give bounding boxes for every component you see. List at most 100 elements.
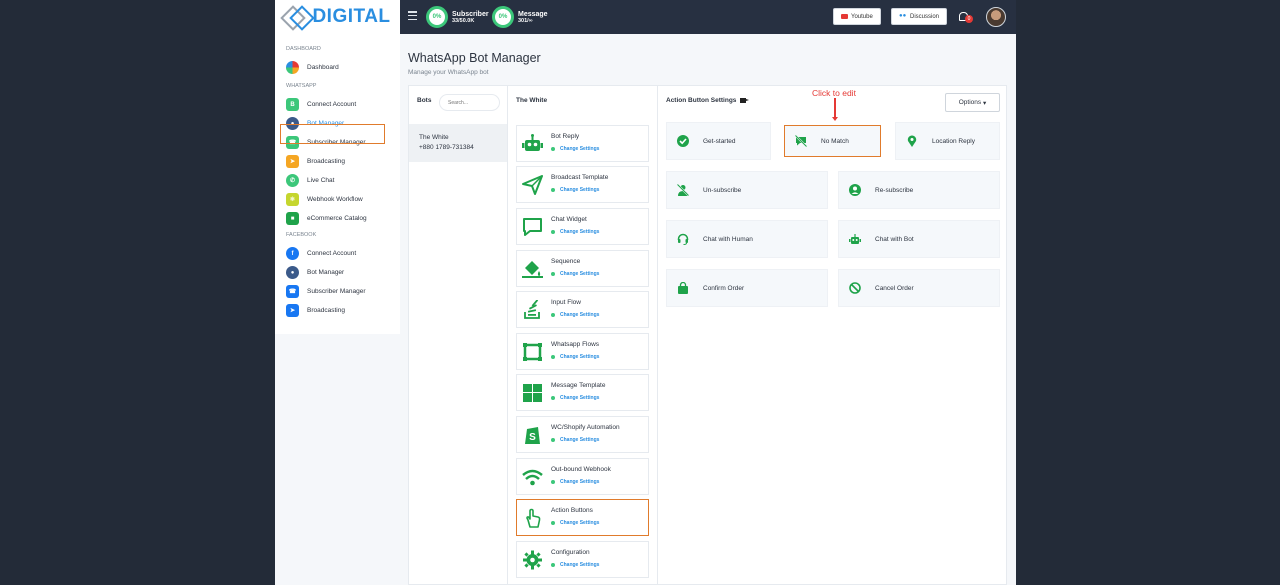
change-settings-link[interactable]: Change Settings (551, 271, 599, 277)
sidebar-item-fb-broadcasting[interactable]: ➤ Broadcasting (275, 301, 400, 320)
brand-logo[interactable]: DIGITAL (275, 0, 400, 34)
sidebar-item-fb-bot-manager[interactable]: ● Bot Manager (275, 263, 400, 282)
action-get-started[interactable]: Get-started (666, 122, 771, 160)
comment-slash-icon (795, 135, 807, 147)
change-settings-link[interactable]: Change Settings (551, 437, 599, 443)
options-dropdown-button[interactable]: Options ▾ (945, 93, 1000, 112)
shopify-icon: S (525, 427, 540, 444)
actions-header: Action Button Settings (666, 97, 750, 104)
action-chat-with-bot[interactable]: Chat with Bot (838, 220, 1000, 258)
setting-outbound-webhook[interactable]: Out-bound Webhook Change Settings (516, 458, 649, 495)
broadcast-icon: ➤ (286, 304, 299, 317)
change-settings-link[interactable]: Change Settings (551, 312, 599, 318)
paint-bucket-icon (522, 261, 543, 278)
setting-label: WC/Shopify Automation (551, 424, 620, 431)
setting-broadcast-template[interactable]: Broadcast Template Change Settings (516, 166, 649, 203)
whatsapp-business-icon: B (286, 98, 299, 111)
bots-header: Bots (417, 97, 432, 104)
shopping-bag-icon (678, 282, 688, 294)
action-label: Confirm Order (703, 284, 745, 292)
subscriber-value: 33/50.0K (452, 17, 475, 24)
video-camera-icon[interactable] (740, 97, 750, 103)
sidebar-item-wa-bot-manager[interactable]: ● Bot Manager (275, 114, 400, 133)
menu-toggle-icon[interactable] (408, 11, 417, 20)
youtube-button[interactable]: Youtube (833, 8, 881, 25)
action-chat-with-human[interactable]: Chat with Human (666, 220, 828, 258)
setting-label: Whatsapp Flows (551, 341, 600, 348)
setting-label: Bot Reply (551, 133, 580, 140)
action-cancel-order[interactable]: Cancel Order (838, 269, 1000, 307)
sidebar-item-label: Broadcasting (307, 307, 345, 314)
action-label: Chat with Human (703, 235, 753, 243)
bot-search-input[interactable] (439, 94, 500, 111)
change-settings-link[interactable]: Change Settings (551, 395, 599, 401)
click-to-edit-annotation: Click to edit (812, 88, 856, 98)
workflow-icon: ⚛ (286, 193, 299, 206)
action-label: Location Reply (932, 137, 975, 145)
user-avatar[interactable] (986, 7, 1006, 27)
sidebar-item-wa-broadcasting[interactable]: ➤ Broadcasting (275, 152, 400, 171)
setting-sequence[interactable]: Sequence Change Settings (516, 250, 649, 287)
check-circle-icon (677, 135, 689, 147)
sidebar-item-wa-webhook-workflow[interactable]: ⚛ Webhook Workflow (275, 190, 400, 209)
setting-input-flow[interactable]: Input Flow Change Settings (516, 291, 649, 328)
setting-message-template[interactable]: Message Template Change Settings (516, 374, 649, 411)
user-slash-icon (677, 184, 689, 196)
user-circle-icon (849, 184, 861, 196)
logo-text: DIGITAL (312, 6, 391, 27)
change-settings-link[interactable]: Change Settings (551, 562, 599, 568)
message-label: Message (518, 10, 548, 18)
sidebar-item-label: Connect Account (307, 250, 357, 257)
action-label: Re-subscribe (875, 186, 914, 194)
action-label: Chat with Bot (875, 235, 914, 243)
sidebar-item-fb-subscriber-manager[interactable]: ☎ Subscriber Manager (275, 282, 400, 301)
sidebar-item-label: Dashboard (307, 64, 339, 71)
sidebar-section-facebook: FACEBOOK (286, 232, 317, 238)
discussion-button[interactable]: ●● Discussion (891, 8, 948, 25)
broadcast-icon: ➤ (286, 155, 299, 168)
change-settings-link[interactable]: Change Settings (551, 187, 599, 193)
setting-whatsapp-flows[interactable]: Whatsapp Flows Change Settings (516, 333, 649, 370)
action-no-match[interactable]: No Match (784, 125, 881, 157)
shopping-bag-icon: ■ (286, 212, 299, 225)
action-unsubscribe[interactable]: Un-subscribe (666, 171, 828, 209)
setting-action-buttons[interactable]: Action Buttons Change Settings (516, 499, 649, 536)
sidebar-section-dashboard: DASHBOARD (286, 46, 321, 52)
sidebar-item-wa-live-chat[interactable]: ✆ Live Chat (275, 171, 400, 190)
youtube-icon (841, 14, 848, 19)
setting-bot-reply[interactable]: Bot Reply Change Settings (516, 125, 649, 162)
change-settings-link[interactable]: Change Settings (551, 520, 599, 526)
setting-chat-widget[interactable]: Chat Widget Change Settings (516, 208, 649, 245)
action-confirm-order[interactable]: Confirm Order (666, 269, 828, 307)
sidebar-item-label: Bot Manager (307, 120, 345, 127)
grid-icon (523, 384, 542, 402)
change-settings-link[interactable]: Change Settings (551, 479, 599, 485)
sidebar-section-whatsapp: WHATSAPP (286, 83, 317, 89)
settings-column: The White Bot Reply Change Settings Broa… (508, 86, 658, 585)
robot-icon: ● (286, 266, 299, 279)
sidebar-item-dashboard[interactable]: Dashboard (275, 58, 400, 77)
robot-icon (849, 234, 861, 244)
sidebar-item-wa-connect-account[interactable]: B Connect Account (275, 95, 400, 114)
logo-mark-icon (284, 8, 310, 26)
sidebar-item-wa-ecommerce-catalog[interactable]: ■ eCommerce Catalog (275, 209, 400, 228)
bot-list-item[interactable]: The White +880 1789-731384 (409, 124, 507, 162)
sidebar-item-wa-subscriber-manager[interactable]: ☎ Subscriber Manager (275, 133, 400, 152)
svg-text:S: S (529, 432, 536, 443)
action-location-reply[interactable]: Location Reply (895, 122, 1000, 160)
setting-configuration[interactable]: Configuration Change Settings (516, 541, 649, 578)
change-settings-link[interactable]: Change Settings (551, 146, 599, 152)
map-pin-icon (907, 135, 917, 147)
setting-label: Input Flow (551, 299, 581, 306)
setting-label: Configuration (551, 549, 590, 556)
change-settings-link[interactable]: Change Settings (551, 354, 599, 360)
sidebar-item-label: Broadcasting (307, 158, 345, 165)
change-settings-link[interactable]: Change Settings (551, 229, 599, 235)
action-resubscribe[interactable]: Re-subscribe (838, 171, 1000, 209)
sidebar-item-label: Bot Manager (307, 269, 345, 276)
youtube-label: Youtube (851, 13, 873, 20)
setting-wc-shopify-automation[interactable]: S WC/Shopify Automation Change Settings (516, 416, 649, 453)
bot-phone: +880 1789-731384 (419, 144, 474, 151)
action-label: Get-started (703, 137, 736, 145)
sidebar-item-fb-connect-account[interactable]: f Connect Account (275, 244, 400, 263)
